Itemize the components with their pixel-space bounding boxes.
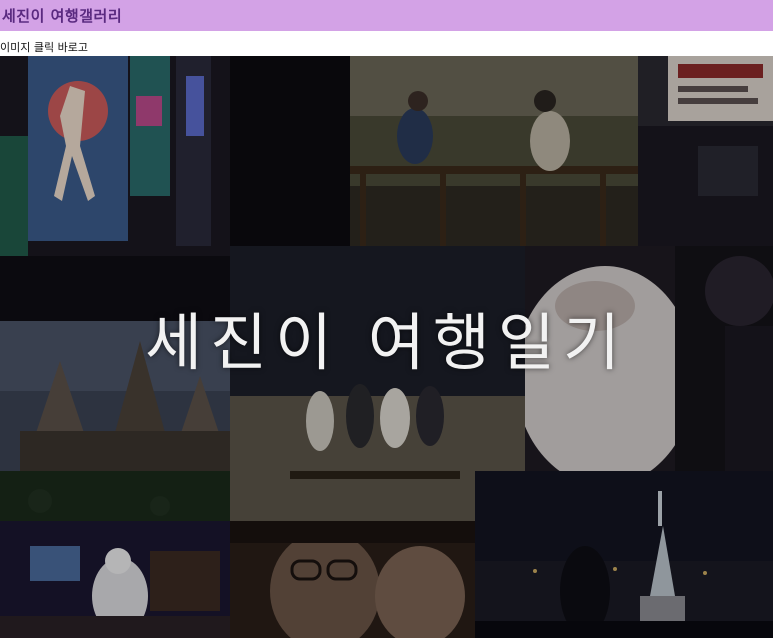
night-plaza-photo: [0, 521, 230, 638]
japanese-signboard-photo: [638, 56, 773, 271]
wooden-fence-park-photo: [230, 56, 638, 246]
selfie-with-glasses-photo: [230, 521, 475, 638]
statue-of-liberty-night-photo: [475, 471, 773, 638]
friend-closeup-photo: [525, 246, 773, 471]
click-instruction-link[interactable]: 이미지 클릭 바로고: [0, 39, 88, 55]
site-title: 세진이 여행갤러리: [2, 7, 123, 25]
instruction-bar: 이미지 클릭 바로고: [0, 31, 773, 56]
hogwarts-castle-photo: [0, 321, 230, 521]
osaka-glico-sign-photo: [0, 56, 230, 321]
photo-collage[interactable]: 세진이 여행일기: [0, 56, 773, 638]
site-header: 세진이 여행갤러리: [0, 0, 773, 31]
